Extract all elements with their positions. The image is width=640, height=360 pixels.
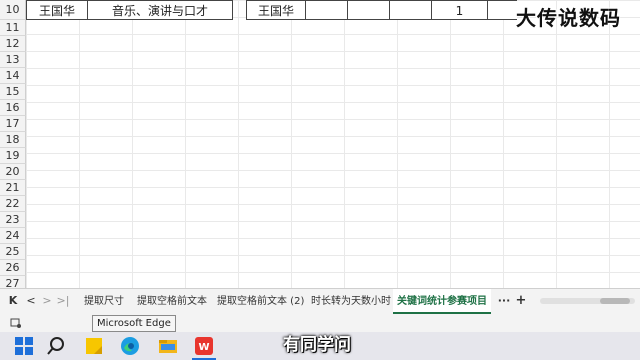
spreadsheet-grid[interactable]: 10 王国华 音乐、演讲与口才 王国华 1 11 12 13 14 15 16 17 18 19… [0, 0, 640, 288]
tab-sheet-4[interactable]: 时长转为天数小时 [307, 289, 395, 314]
file-explorer-icon[interactable] [158, 336, 178, 356]
table-row[interactable]: 13 [0, 52, 640, 68]
tab-sheet-3[interactable]: 提取空格前文本 (2) [213, 289, 308, 314]
row-header[interactable]: 21 [0, 180, 26, 196]
cell-empty[interactable] [389, 0, 432, 20]
row-header[interactable]: 19 [0, 148, 26, 164]
cell-count[interactable]: 1 [431, 0, 488, 20]
table-row[interactable]: 12 [0, 36, 640, 52]
add-sheet-button[interactable]: + [514, 293, 528, 309]
table-row[interactable]: 26 [0, 260, 640, 276]
horizontal-scrollbar[interactable] [540, 298, 635, 304]
edge-icon[interactable] [120, 336, 140, 356]
table-row[interactable]: 25 [0, 244, 640, 260]
cell-empty[interactable] [487, 0, 517, 20]
tab-sheet-2[interactable]: 提取空格前文本 [133, 289, 211, 314]
table-row[interactable]: 20 [0, 164, 640, 180]
row-header[interactable]: 27 [0, 276, 26, 288]
row-header[interactable]: 22 [0, 196, 26, 212]
table-row[interactable]: 15 [0, 84, 640, 100]
sticky-notes-icon[interactable] [84, 336, 104, 356]
row-header[interactable]: 24 [0, 228, 26, 244]
table-row[interactable]: 17 [0, 116, 640, 132]
cell-name[interactable]: 王国华 [26, 0, 88, 20]
row-header[interactable]: 11 [0, 20, 26, 36]
row-header[interactable]: 12 [0, 36, 26, 52]
tab-sheet-1[interactable]: 提取尺寸 [80, 289, 128, 314]
first-sheet-icon[interactable]: K [6, 293, 20, 309]
table-row[interactable]: 21 [0, 180, 640, 196]
row-header[interactable]: 20 [0, 164, 26, 180]
tab-sheet-5-active[interactable]: 关键词统计参赛项目 [393, 289, 491, 314]
search-icon[interactable] [46, 336, 66, 356]
cell-empty[interactable] [305, 0, 348, 20]
watermark-text: 大传说数码 [516, 6, 621, 30]
table-row[interactable]: 22 [0, 196, 640, 212]
cell-name-2[interactable]: 王国华 [246, 0, 306, 20]
windows-start-icon[interactable] [14, 336, 34, 356]
scrollbar-thumb[interactable] [600, 298, 630, 304]
table-row[interactable]: 16 [0, 100, 640, 116]
table-row[interactable]: 23 [0, 212, 640, 228]
video-subtitle: 有同学问 [283, 335, 351, 355]
next-sheet-icon[interactable]: > [40, 293, 54, 309]
sheet-tab-bar: K < > >| 提取尺寸 提取空格前文本 提取空格前文本 (2) 时长转为天数… [0, 288, 640, 315]
table-row[interactable]: 24 [0, 228, 640, 244]
row-header[interactable]: 13 [0, 52, 26, 68]
row-header[interactable]: 10 [0, 0, 26, 20]
row-header[interactable]: 25 [0, 244, 26, 260]
table-row[interactable]: 27 [0, 276, 640, 288]
row-header[interactable]: 17 [0, 116, 26, 132]
row-header[interactable]: 16 [0, 100, 26, 116]
taskbar-tooltip: Microsoft Edge [92, 315, 176, 332]
macro-record-icon[interactable] [10, 317, 22, 329]
more-sheets-icon[interactable]: ··· [497, 293, 511, 309]
table-row[interactable]: 18 [0, 132, 640, 148]
svg-text:W: W [198, 342, 209, 353]
cell-empty[interactable] [347, 0, 390, 20]
row-header[interactable]: 18 [0, 132, 26, 148]
cell-project[interactable]: 音乐、演讲与口才 [87, 0, 233, 20]
row-header[interactable]: 15 [0, 84, 26, 100]
last-sheet-icon[interactable]: >| [56, 293, 70, 309]
row-header[interactable]: 23 [0, 212, 26, 228]
table-row[interactable]: 14 [0, 68, 640, 84]
prev-sheet-icon[interactable]: < [24, 293, 38, 309]
row-header[interactable]: 26 [0, 260, 26, 276]
wps-office-icon[interactable]: W [194, 336, 214, 356]
table-row[interactable]: 19 [0, 148, 640, 164]
row-header[interactable]: 14 [0, 68, 26, 84]
